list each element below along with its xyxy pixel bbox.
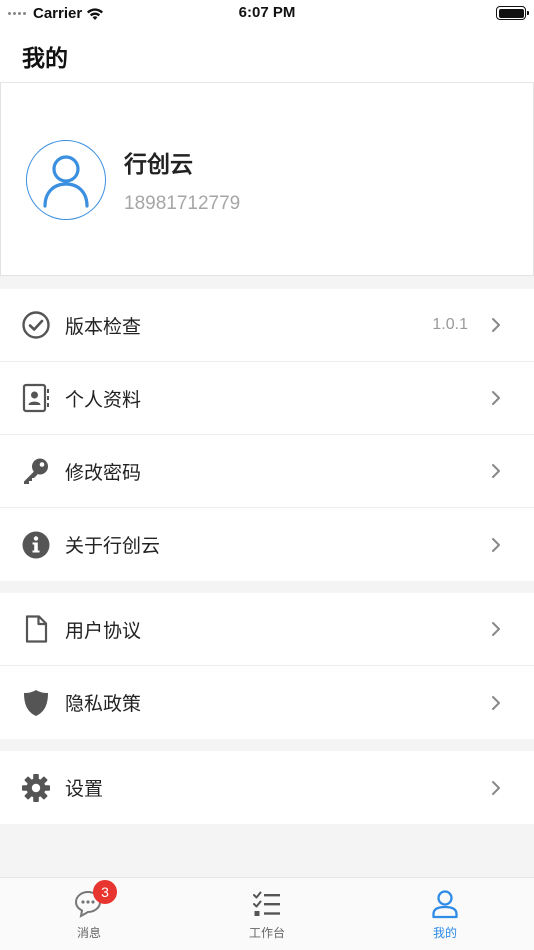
battery-icon (496, 6, 529, 20)
menu-item-change-password[interactable]: 修改密码 (0, 435, 534, 508)
tab-label: 工作台 (248, 926, 285, 940)
menu-item-profile[interactable]: 个人资料 (0, 362, 534, 435)
tab-messages[interactable]: 3 消息 (0, 878, 178, 950)
page-header: 我的 (0, 28, 534, 83)
menu-group-3: 设置 (0, 751, 534, 824)
profile-name: 行创云 (124, 152, 193, 178)
user-avatar-icon (43, 155, 89, 208)
version-value: 1.0.1 (432, 316, 468, 333)
unread-badge: 3 (93, 880, 117, 904)
menu-item-label: 用户协议 (65, 619, 142, 642)
shield-icon (21, 688, 51, 718)
chevron-right-icon (492, 318, 500, 332)
menu-item-label: 隐私政策 (65, 693, 142, 715)
menu-item-user-agreement[interactable]: 用户协议 (0, 593, 534, 666)
menu-item-label: 设置 (65, 778, 104, 800)
avatar[interactable] (26, 140, 106, 220)
chevron-right-icon (492, 464, 500, 478)
menu-item-privacy-policy[interactable]: 隐私政策 (0, 666, 534, 739)
menu-item-settings[interactable]: 设置 (0, 751, 534, 824)
chevron-right-icon (492, 622, 500, 636)
menu-item-label: 版本检查 (65, 315, 142, 338)
chevron-right-icon (492, 391, 500, 405)
profile-card[interactable]: 行创云 18981712779 (0, 83, 534, 276)
tab-label: 消息 (76, 926, 101, 940)
document-icon (21, 614, 51, 644)
menu-group-2: 用户协议 隐私政策 (0, 593, 534, 739)
menu-item-label: 关于行创云 (65, 535, 161, 557)
tab-bar: 3 消息 工作台 我的 (0, 877, 534, 950)
key-icon (21, 456, 51, 486)
message-bubbles-icon: 3 (73, 880, 117, 920)
tab-mine[interactable]: 我的 (356, 878, 534, 950)
menu-item-version-check[interactable]: 版本检查 1.0.1 (0, 289, 534, 362)
tab-label: 我的 (432, 926, 457, 940)
menu-group-1: 版本检查 1.0.1 个人资料 修改密码 关于行创云 (0, 289, 534, 581)
menu-item-label: 修改密码 (65, 461, 142, 484)
tab-workbench[interactable]: 工作台 (178, 878, 356, 950)
user-icon (429, 888, 461, 920)
status-time: 6:07 PM (238, 4, 296, 21)
chevron-right-icon (492, 780, 500, 795)
info-icon (21, 530, 51, 560)
contact-card-icon (21, 383, 51, 413)
check-circle-icon (21, 310, 51, 340)
gear-icon (21, 773, 51, 803)
status-bar: Carrier 6:07 PM (0, 0, 534, 28)
chevron-right-icon (492, 695, 500, 710)
profile-phone: 18981712779 (124, 193, 241, 214)
menu-item-label: 个人资料 (65, 388, 142, 411)
checklist-icon (251, 888, 283, 920)
menu-item-about[interactable]: 关于行创云 (0, 508, 534, 581)
chevron-right-icon (492, 537, 500, 552)
page-title: 我的 (22, 46, 68, 72)
